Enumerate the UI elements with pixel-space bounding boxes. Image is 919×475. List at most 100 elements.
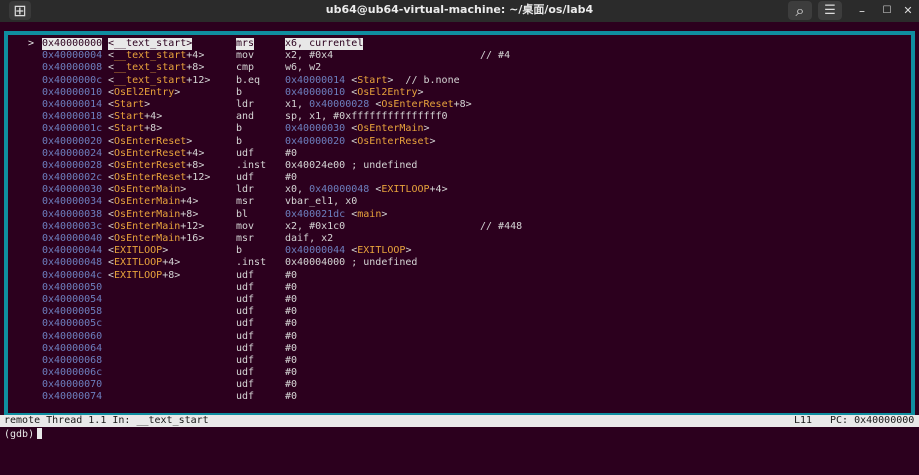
asm-address: 0x40000058 xyxy=(42,306,103,318)
asm-operand-symbol: EXITLOOP xyxy=(357,245,406,257)
asm-operand-text: #0 xyxy=(285,367,298,379)
asm-mnemonic: ldr xyxy=(236,98,255,110)
asm-symbol-offset: +8 xyxy=(186,159,199,171)
asm-operands: #0 xyxy=(285,294,297,306)
asm-symbol: <EXITLOOP> xyxy=(108,245,168,257)
asm-operand-text: < xyxy=(345,208,358,220)
asm-operand-text: < xyxy=(345,74,358,86)
asm-operand-text: #0 xyxy=(285,293,298,305)
asm-comment: // #448 xyxy=(480,220,523,232)
asm-line: 0x40000014 <Start> ldr x1, 0x40000028 <OsEn… xyxy=(18,99,913,111)
asm-symbol-name: OsEl2Entry xyxy=(114,86,175,98)
asm-line: 0x40000048 <EXITLOOP+4> .inst 0x40004000 ; … xyxy=(18,257,913,269)
asm-operand-text: #0 xyxy=(285,147,298,159)
asm-symbol-name: OsEnterReset xyxy=(114,147,187,159)
asm-address: 0x4000003c xyxy=(42,220,103,232)
asm-line: 0x4000004c <EXITLOOP+8> udf #0 xyxy=(18,270,913,282)
asm-address: 0x40000074 xyxy=(42,391,103,403)
asm-symbol-bracket-close: > xyxy=(174,257,181,269)
asm-symbol-name: OsEnterMain xyxy=(114,184,181,196)
terminal-area[interactable]: >0x40000000 <__text_start> mrs x6, currente… xyxy=(0,22,919,463)
asm-line: 0x4000006c udf #0 xyxy=(18,367,913,379)
status-thread-info: remote Thread 1.1 In: __text_start xyxy=(4,415,209,426)
asm-symbol-offset: +12 xyxy=(186,172,205,184)
text-cursor xyxy=(37,428,43,439)
asm-symbol-bracket-close: > xyxy=(174,269,181,281)
asm-symbol: <__text_start+8> xyxy=(108,62,204,74)
asm-operands: x6, currentel xyxy=(285,38,364,51)
status-pc: PC: 0x40000000 xyxy=(830,415,915,426)
asm-symbol: <OsEnterMain+16> xyxy=(108,233,204,245)
asm-symbol-offset: +4 xyxy=(162,257,175,269)
asm-operand-address: 0x40000048 xyxy=(309,184,370,196)
asm-symbol-name: Start xyxy=(114,123,145,135)
asm-symbol-bracket-close: > xyxy=(162,245,169,257)
asm-line: 0x40000074 udf #0 xyxy=(18,391,913,403)
asm-address: 0x4000004c xyxy=(42,269,103,281)
asm-operand-text: x2, #0x1c0 xyxy=(285,220,346,232)
asm-symbol-bracket-close: > xyxy=(156,123,163,135)
asm-operands: 0x40000044 <EXITLOOP> xyxy=(285,245,411,257)
asm-line: 0x4000000c <__text_start+12> b.eq 0x4000001… xyxy=(18,75,913,87)
asm-symbol: <EXITLOOP+4> xyxy=(108,257,180,269)
gdb-prompt[interactable]: (gdb) xyxy=(4,428,43,441)
asm-line: 0x40000050 udf #0 xyxy=(18,282,913,294)
asm-mnemonic: ldr xyxy=(236,184,255,196)
asm-operand-text: #0 xyxy=(285,269,298,281)
asm-operands: #0 xyxy=(285,391,297,403)
asm-symbol-offset: +4 xyxy=(180,196,193,208)
asm-line: 0x40000010 <OsEl2Entry> b 0x40000010 <OsEl2… xyxy=(18,87,913,99)
asm-symbol-bracket-close: > xyxy=(198,220,205,232)
search-icon[interactable]: ⌕ xyxy=(788,1,812,20)
asm-mnemonic: udf xyxy=(236,354,255,366)
assembly-lines: >0x40000000 <__text_start> mrs x6, currente… xyxy=(18,38,913,404)
asm-operand-text: > // b.none xyxy=(387,74,460,86)
asm-operand-text: #0 xyxy=(285,379,298,391)
asm-symbol-name: EXITLOOP xyxy=(114,257,163,269)
asm-operand-text: 0x40004000 ; undefined xyxy=(285,257,418,269)
asm-operand-address: 0x40000014 xyxy=(285,74,346,86)
asm-operand-text: > xyxy=(381,208,388,220)
asm-line: 0x40000018 <Start+4> and sp, x1, #0xfffffff… xyxy=(18,111,913,123)
asm-line: 0x40000044 <EXITLOOP> b 0x40000044 <EXITLOO… xyxy=(18,245,913,257)
asm-symbol-offset: +8 xyxy=(180,208,193,220)
asm-operands: daif, x2 xyxy=(285,233,333,245)
asm-operand-text: < xyxy=(345,86,358,98)
asm-operand-text: < xyxy=(345,135,358,147)
asm-mnemonic: mov xyxy=(236,220,255,232)
maximize-icon[interactable]: ☐ xyxy=(877,1,897,20)
asm-operand-text: #0 xyxy=(285,306,298,318)
asm-operand-symbol: OsEnterMain xyxy=(357,123,424,135)
asm-operand-text: 0x40024e00 ; undefined xyxy=(285,159,418,171)
asm-operand-symbol: OsEnterReset xyxy=(357,135,430,147)
asm-operand-address: 0x40000028 xyxy=(309,98,370,110)
asm-operands: 0x40000010 <OsEl2Entry> xyxy=(285,87,424,99)
status-line-number: L11 xyxy=(794,415,813,426)
asm-operands: #0 xyxy=(285,355,297,367)
asm-operand-symbol: OsEnterReset xyxy=(381,98,454,110)
asm-symbol-bracket-close: > xyxy=(198,159,205,171)
asm-symbol: <__text_start+4> xyxy=(108,50,204,62)
asm-operand-text: +8> xyxy=(453,98,472,110)
close-icon[interactable]: ✕ xyxy=(898,1,918,20)
asm-symbol-name: OsEnterMain xyxy=(114,233,181,244)
asm-operand-text: < xyxy=(345,245,358,257)
asm-address: 0x40000010 xyxy=(42,86,103,98)
hamburger-menu-icon[interactable]: ☰ xyxy=(818,1,842,20)
asm-line: 0x40000068 udf #0 xyxy=(18,355,913,367)
asm-mnemonic: udf xyxy=(236,269,255,281)
asm-operands: 0x400021dc <main> xyxy=(285,209,387,221)
asm-line: 0x40000060 udf #0 xyxy=(18,331,913,343)
asm-symbol-bracket-close: > xyxy=(180,184,187,196)
asm-operand-text: x6, currentel xyxy=(285,38,364,49)
asm-operand-text: w6, w2 xyxy=(285,62,322,74)
asm-operands: x2, #0x1c0 xyxy=(285,221,345,233)
asm-operand-text: > xyxy=(423,123,430,135)
asm-operands: #0 xyxy=(285,282,297,294)
asm-operand-text: #0 xyxy=(285,281,298,293)
asm-mnemonic: msr xyxy=(236,233,255,244)
asm-mnemonic: .inst xyxy=(236,257,267,269)
asm-address: 0x4000005c xyxy=(42,318,103,330)
asm-address: 0x4000006c xyxy=(42,367,103,379)
minimize-icon[interactable]: – xyxy=(852,1,872,20)
